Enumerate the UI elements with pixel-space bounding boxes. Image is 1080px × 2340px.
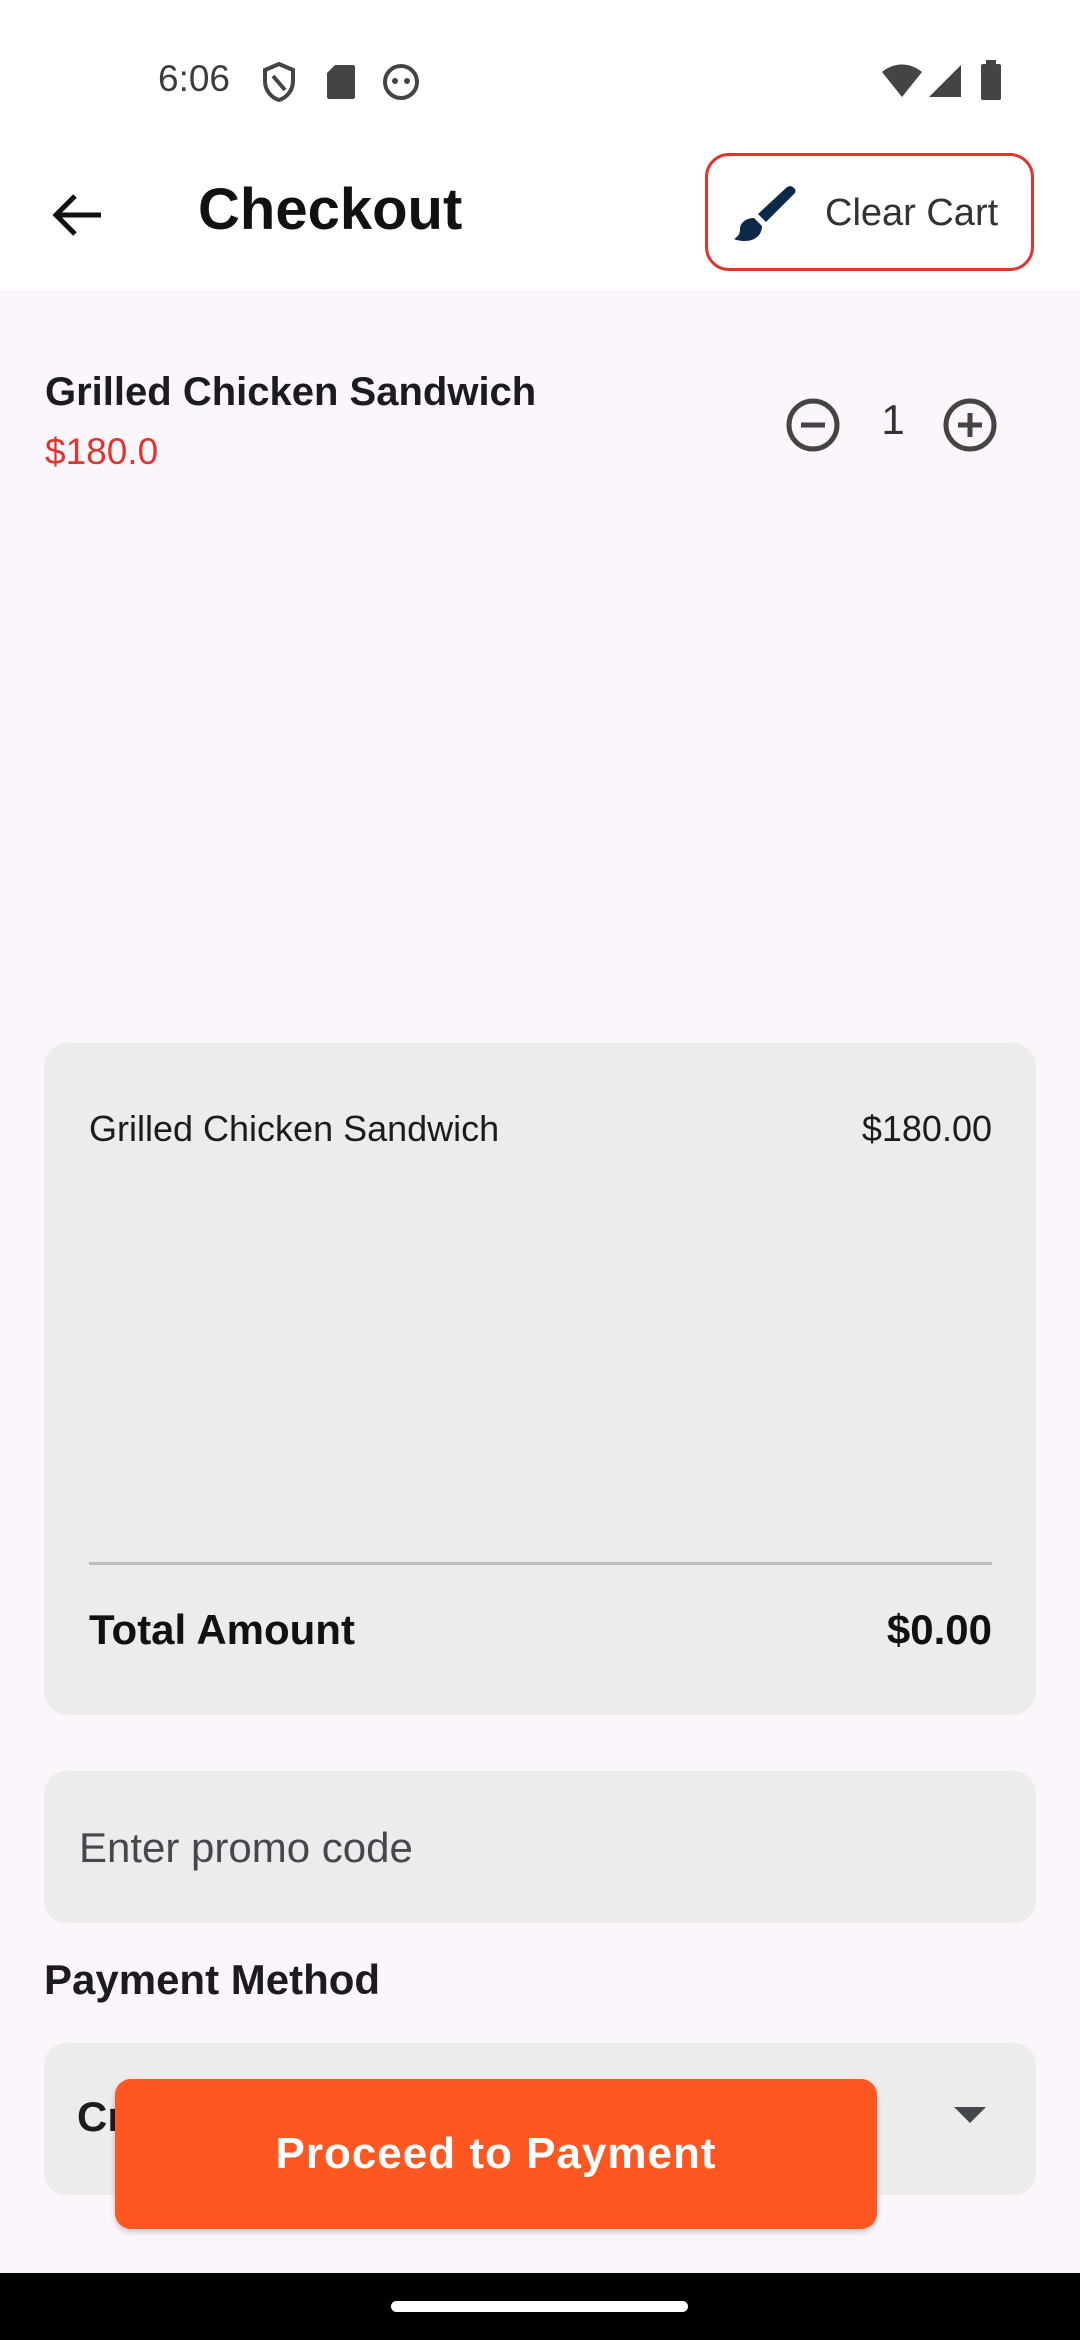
proceed-to-payment-button[interactable]: Proceed to Payment (115, 2079, 877, 2229)
clear-cart-button[interactable]: Clear Cart (705, 153, 1034, 271)
summary-item-name: Grilled Chicken Sandwich (89, 1108, 500, 1149)
back-button[interactable] (36, 174, 118, 256)
total-amount-value: $0.00 (886, 1606, 992, 1653)
payment-method-label: Payment Method (44, 1956, 381, 2003)
total-amount-label: Total Amount (89, 1606, 355, 1653)
paint-brush-icon (734, 186, 796, 241)
promo-code-input[interactable] (77, 1771, 1001, 1925)
promo-code-field[interactable] (44, 1771, 1036, 1925)
proceed-button-label: Proceed to Payment (275, 2129, 717, 2178)
clear-cart-label: Clear Cart (825, 192, 999, 234)
wifi-icon (882, 64, 922, 97)
quantity-value: 1 (881, 396, 905, 443)
cart-item-name: Grilled Chicken Sandwich (45, 370, 537, 414)
minus-circle-icon[interactable] (778, 390, 848, 460)
status-time: 6:06 (158, 58, 231, 99)
dropdown-arrow-icon (954, 2107, 986, 2123)
plus-circle-icon[interactable] (935, 390, 1005, 460)
battery-icon (981, 60, 1001, 100)
sd-card-icon (327, 65, 355, 99)
cart-item-price: $180.0 (45, 431, 159, 472)
android-face-icon (383, 64, 419, 100)
arrow-left-icon (52, 194, 101, 236)
shield-icon (263, 62, 295, 102)
page-title: Checkout (198, 177, 463, 242)
status-bar: 6:06 (0, 0, 1080, 165)
summary-divider (89, 1562, 992, 1565)
home-indicator[interactable] (391, 2301, 688, 2312)
signal-icon (929, 65, 961, 97)
summary-item-price: $180.00 (861, 1108, 992, 1149)
